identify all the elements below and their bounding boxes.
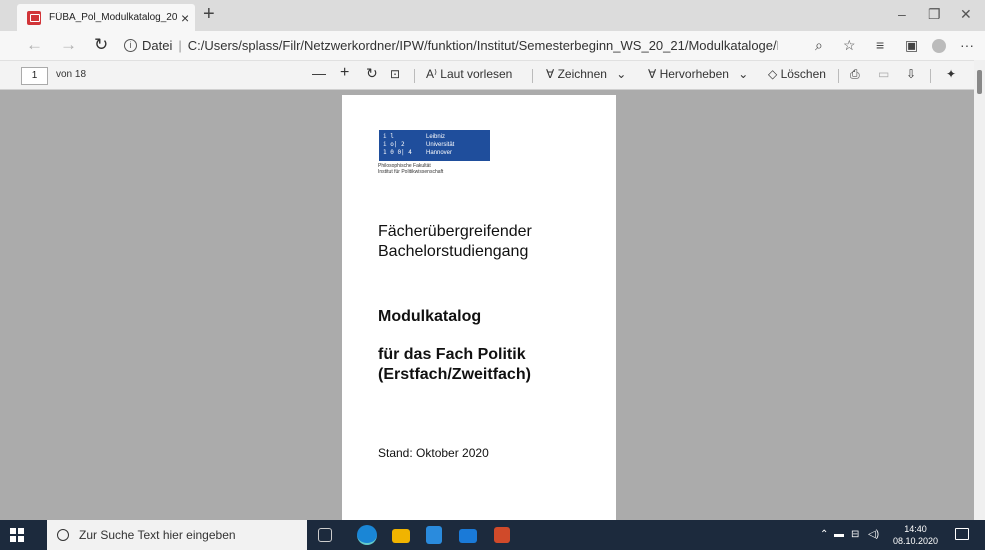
zoom-in-button[interactable]: +: [340, 64, 349, 82]
favorite-star-icon[interactable]: ☆: [843, 37, 856, 54]
windows-start-icon[interactable]: [10, 528, 24, 542]
scrollbar-thumb[interactable]: [977, 70, 982, 94]
highlight-label: Hervorheben: [659, 67, 729, 81]
draw-label: Zeichnen: [557, 67, 607, 81]
mail-icon[interactable]: [459, 529, 477, 543]
pdf-page: i l i o| 2 1 0 0| 4 Leibniz Universität …: [342, 95, 616, 520]
back-arrow-icon[interactable]: ←: [26, 35, 43, 55]
logo-mark: i l i o| 2 1 0 0| 4: [383, 133, 412, 156]
pdf-file-icon: [27, 10, 41, 25]
read-aloud-label: Laut vorlesen: [440, 67, 513, 81]
save-as-icon[interactable]: ⇩: [906, 67, 916, 81]
taskbar: Zur Suche Text hier eingeben ⌃ ▬ ⊟ ◁) 14…: [0, 520, 985, 550]
highlight-icon: ∀: [648, 67, 657, 81]
battery-icon[interactable]: ▬: [834, 529, 844, 540]
volume-icon[interactable]: ◁): [868, 529, 879, 540]
powerpoint-icon[interactable]: [494, 527, 510, 543]
print-icon[interactable]: ⎙: [850, 67, 860, 82]
read-aloud-button[interactable]: A⁾ Laut vorlesen: [426, 67, 512, 81]
forward-arrow-icon[interactable]: →: [60, 35, 77, 55]
erase-label: Löschen: [780, 67, 826, 81]
toolbar-divider: [930, 69, 931, 83]
maximize-button[interactable]: ❐: [928, 6, 941, 23]
refresh-icon[interactable]: ↻: [94, 35, 108, 55]
tab-close-icon[interactable]: ×: [181, 10, 189, 26]
zoom-out-button[interactable]: —: [312, 65, 326, 81]
edge-browser-icon[interactable]: [357, 525, 377, 545]
search-placeholder: Zur Suche Text hier eingeben: [79, 528, 236, 542]
url-text: C:/Users/splass/Filr/Netzwerkordner/IPW/…: [187, 37, 778, 53]
page-count-label: von 18: [56, 69, 87, 80]
pdf-toolbar: 1 von 18 — + ↻ ⊡ A⁾ Laut vorlesen ∀ Zeic…: [0, 60, 985, 90]
task-view-icon[interactable]: [318, 528, 332, 542]
chevron-down-icon: ⌄: [738, 67, 749, 81]
info-icon[interactable]: i: [124, 38, 137, 52]
clock-date: 08.10.2020: [893, 536, 939, 546]
highlight-button[interactable]: ∀ Hervorheben ⌄: [648, 67, 748, 81]
logo-name: Leibniz Universität Hannover: [426, 134, 455, 156]
toolbar-divider: [838, 69, 839, 83]
file-explorer-icon[interactable]: [392, 529, 410, 543]
program-title: Fächerübergreifender Bachelorstudiengang: [378, 223, 532, 260]
catalog-title: Modulkatalog: [378, 308, 482, 325]
save-icon[interactable]: ▭: [878, 67, 889, 81]
tab-strip: FÜBA_Pol_Modulkatalog_2020.p × + – ❐ ✕: [0, 0, 985, 31]
new-tab-button[interactable]: +: [203, 3, 215, 26]
vertical-scrollbar[interactable]: [974, 60, 985, 520]
store-icon[interactable]: [426, 526, 442, 544]
toolbar-divider: [532, 69, 533, 83]
tab-title: FÜBA_Pol_Modulkatalog_2020.p: [49, 12, 177, 23]
university-logo: i l i o| 2 1 0 0| 4 Leibniz Universität …: [379, 130, 490, 161]
chevron-down-icon: ⌄: [616, 67, 627, 81]
eraser-icon: ◇: [768, 67, 778, 81]
clock-time: 14:40: [904, 524, 927, 534]
url-separator: |: [178, 37, 182, 53]
browser-tab[interactable]: FÜBA_Pol_Modulkatalog_2020.p ×: [17, 4, 195, 31]
fit-page-icon[interactable]: ⊡: [390, 67, 400, 81]
pin-toolbar-icon[interactable]: ✦: [946, 67, 956, 81]
draw-pen-icon: ∀: [546, 67, 555, 81]
collections-icon[interactable]: ▣: [905, 37, 918, 54]
date-stand: Stand: Oktober 2020: [378, 446, 489, 460]
read-aloud-icon: A⁾: [426, 67, 437, 81]
faculty-label: Philosophische Fakultät Institut für Pol…: [378, 163, 444, 175]
erase-button[interactable]: ◇ Löschen: [768, 67, 826, 81]
favorites-list-icon[interactable]: ≡: [876, 37, 884, 53]
taskbar-search[interactable]: Zur Suche Text hier eingeben: [47, 520, 307, 550]
document-viewer[interactable]: i l i o| 2 1 0 0| 4 Leibniz Universität …: [0, 90, 985, 520]
notification-icon[interactable]: [955, 528, 969, 540]
chevron-up-icon[interactable]: ⌃: [820, 529, 828, 540]
url-field[interactable]: i Datei | C:/Users/splass/Filr/Netzwerko…: [124, 34, 804, 56]
zoom-icon[interactable]: ⌕: [815, 37, 823, 54]
network-icon[interactable]: ⊟: [851, 529, 859, 540]
scheme-label: Datei: [142, 37, 173, 53]
search-icon: [57, 529, 69, 541]
rotate-icon[interactable]: ↻: [366, 65, 378, 82]
minimize-button[interactable]: –: [898, 6, 906, 22]
more-options-icon[interactable]: ···: [960, 37, 974, 53]
window-close-button[interactable]: ✕: [960, 6, 972, 23]
profile-avatar[interactable]: [932, 39, 946, 53]
system-clock[interactable]: 14:40 08.10.2020: [893, 523, 938, 547]
subject-title: für das Fach Politik (Erstfach/Zweitfach…: [378, 346, 531, 383]
page-number-input[interactable]: 1: [21, 67, 48, 85]
draw-button[interactable]: ∀ Zeichnen ⌄: [546, 67, 626, 81]
toolbar-divider: [414, 69, 415, 83]
address-bar: ← → ↻ i Datei | C:/Users/splass/Filr/Net…: [0, 31, 985, 60]
